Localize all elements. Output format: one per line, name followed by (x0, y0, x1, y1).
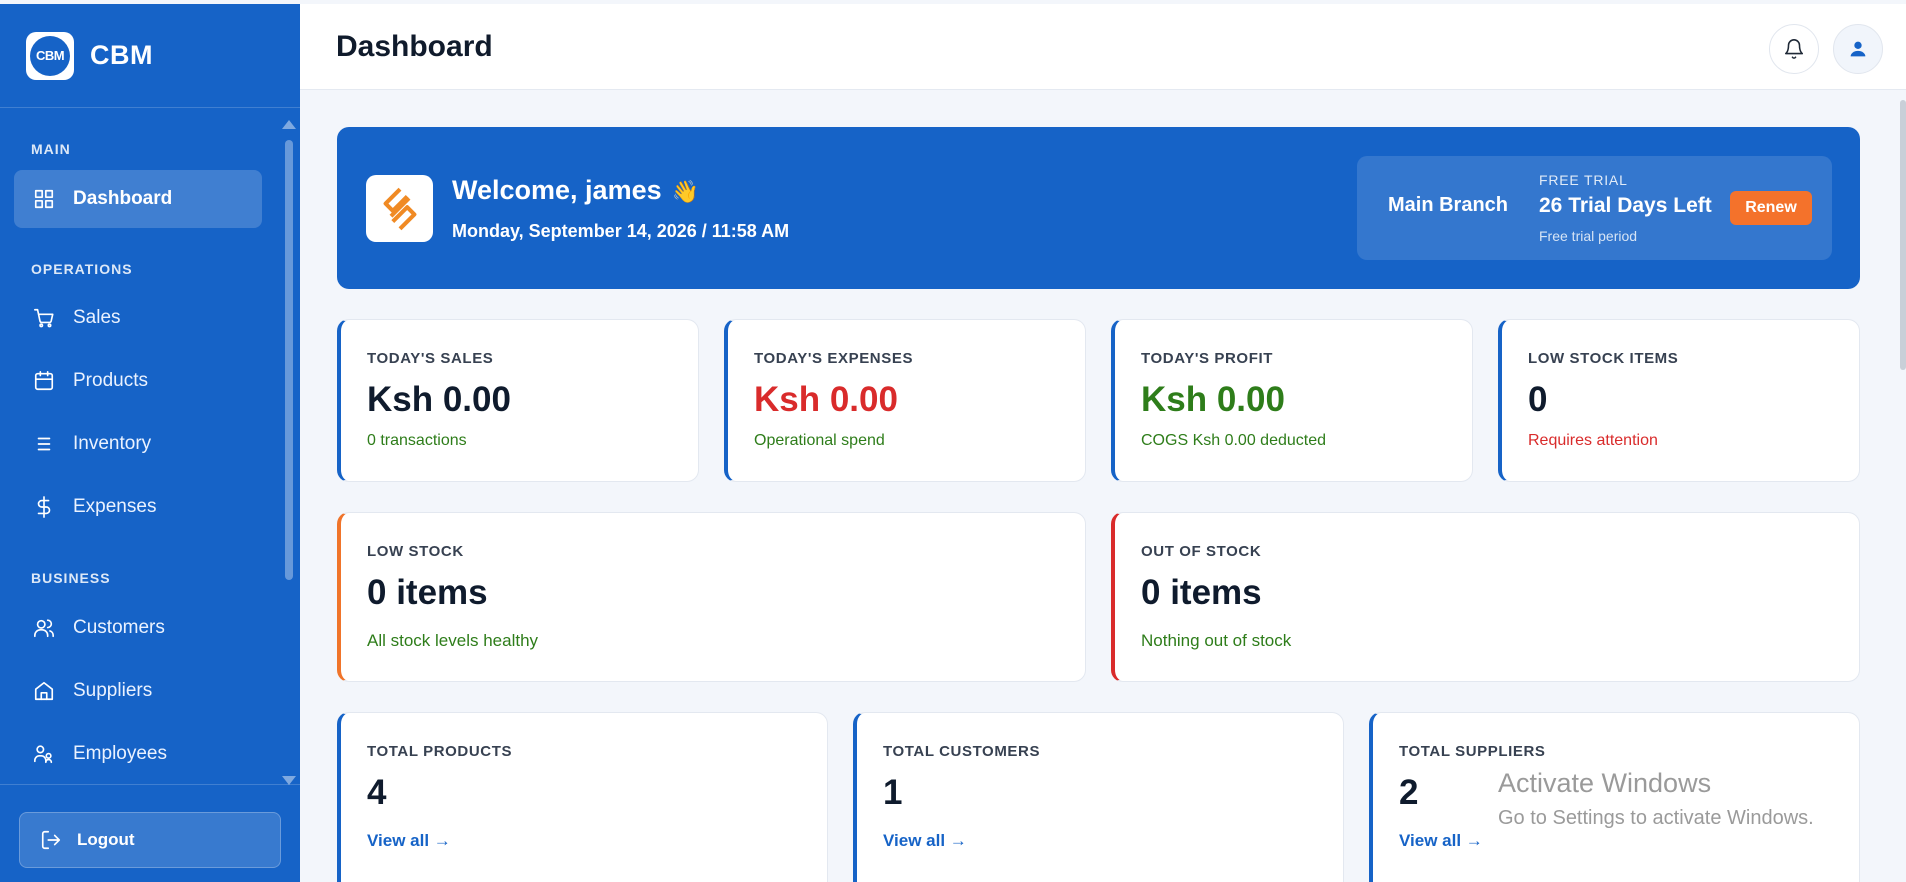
calendar-icon (31, 368, 57, 394)
stat-label: TODAY'S SALES (367, 350, 494, 367)
sidebar-item-label: Dashboard (73, 188, 173, 209)
sidebar-item-label: Customers (73, 617, 165, 638)
sidebar-nav: MAIN Dashboard OPERATIONS Sales Products (0, 109, 300, 779)
section-title-business: BUSINESS (31, 570, 111, 586)
stock-value: 0 items (1141, 573, 1262, 612)
stat-card-todays-sales[interactable]: TODAY'S SALES Ksh 0.00 0 transactions (337, 319, 699, 482)
employees-icon (31, 741, 57, 767)
stat-card-todays-expenses[interactable]: TODAY'S EXPENSES Ksh 0.00 Operational sp… (724, 319, 1086, 482)
business-logo-icon (383, 187, 416, 230)
logout-icon (41, 830, 61, 850)
sidebar-item-suppliers[interactable]: Suppliers (14, 662, 262, 720)
sidebar-scroll-thumb[interactable] (285, 140, 293, 580)
sidebar-item-expenses[interactable]: Expenses (14, 478, 262, 536)
total-label: TOTAL CUSTOMERS (883, 743, 1041, 760)
section-title-main: MAIN (31, 141, 71, 157)
sidebar-item-label: Sales (73, 307, 121, 328)
total-label: TOTAL SUPPLIERS (1399, 743, 1546, 760)
stock-label: LOW STOCK (367, 543, 464, 560)
top-header: Dashboard (300, 4, 1906, 90)
wave-icon: 👋 (671, 179, 700, 204)
sidebar-footer: Logout (0, 784, 300, 882)
stat-card-low-stock-items[interactable]: LOW STOCK ITEMS 0 Requires attention (1498, 319, 1860, 482)
users-icon (31, 615, 57, 641)
stat-subtext: Requires attention (1528, 432, 1658, 449)
logout-button[interactable]: Logout (19, 812, 281, 868)
house-icon (31, 678, 57, 704)
stat-label: TODAY'S PROFIT (1141, 350, 1273, 367)
stock-label: OUT OF STOCK (1141, 543, 1262, 560)
stat-subtext: 0 transactions (367, 432, 467, 449)
stat-label: LOW STOCK ITEMS (1528, 350, 1679, 367)
sidebar-item-label: Expenses (73, 496, 157, 517)
trial-days-left: 26 Trial Days Left (1539, 194, 1712, 217)
stat-subtext: Operational spend (754, 432, 885, 449)
sidebar-item-dashboard[interactable]: Dashboard (14, 170, 262, 228)
sidebar: CBM CBM MAIN Dashboard OPERATIONS Sales … (0, 4, 300, 882)
branch-name[interactable]: Main Branch (1388, 194, 1508, 217)
total-card-customers[interactable]: TOTAL CUSTOMERS 1 View all → (853, 712, 1344, 882)
view-all-suppliers-link[interactable]: View all → (1399, 831, 1483, 851)
logout-label: Logout (77, 830, 135, 849)
brand[interactable]: CBM CBM (0, 4, 300, 108)
stat-label: TODAY'S EXPENSES (754, 350, 914, 367)
total-card-suppliers[interactable]: TOTAL SUPPLIERS 2 View all → (1369, 712, 1860, 882)
user-menu-button[interactable] (1833, 24, 1883, 74)
sidebar-item-products[interactable]: Products (14, 352, 262, 410)
notifications-button[interactable] (1769, 24, 1819, 74)
page-scrollbar[interactable] (1900, 100, 1906, 370)
user-icon (1850, 41, 1866, 57)
stock-subtext: All stock levels healthy (367, 631, 539, 650)
sidebar-item-label: Products (73, 370, 148, 391)
section-title-operations: OPERATIONS (31, 261, 133, 277)
stat-value: Ksh 0.00 (1141, 380, 1285, 419)
welcome-datetime: Monday, September 14, 2026 / 11:58 AM (452, 221, 790, 241)
welcome-greeting-row: Welcome, james 👋 (452, 175, 699, 206)
brand-logo-text: CBM (30, 35, 70, 76)
renew-button[interactable]: Renew (1730, 191, 1812, 225)
sidebar-item-sales[interactable]: Sales (14, 289, 262, 347)
stock-card-out-of-stock[interactable]: OUT OF STOCK 0 items Nothing out of stoc… (1111, 512, 1860, 682)
dollar-icon (31, 494, 57, 520)
stat-value: 0 (1528, 380, 1548, 419)
stat-card-todays-profit[interactable]: TODAY'S PROFIT Ksh 0.00 COGS Ksh 0.00 de… (1111, 319, 1473, 482)
total-label: TOTAL PRODUCTS (367, 743, 513, 760)
view-all-products-link[interactable]: View all → (367, 831, 451, 851)
stock-subtext: Nothing out of stock (1141, 631, 1292, 650)
sidebar-item-customers[interactable]: Customers (14, 599, 262, 657)
brand-name: CBM (90, 40, 153, 70)
total-card-products[interactable]: TOTAL PRODUCTS 4 View all → (337, 712, 828, 882)
scroll-up-icon[interactable] (282, 120, 296, 129)
trial-panel: Main Branch FREE TRIAL 26 Trial Days Lef… (1357, 156, 1832, 260)
bell-icon (1784, 39, 1804, 59)
page-title: Dashboard (336, 30, 493, 63)
stat-value: Ksh 0.00 (367, 380, 511, 419)
total-value: 1 (883, 773, 903, 812)
business-logo (366, 175, 433, 242)
welcome-greeting: Welcome, james (452, 175, 662, 205)
welcome-banner: Welcome, james 👋 Monday, September 14, 20… (337, 127, 1860, 289)
stock-value: 0 items (367, 573, 488, 612)
stock-card-low-stock[interactable]: LOW STOCK 0 items All stock levels healt… (337, 512, 1086, 682)
total-value: 2 (1399, 773, 1419, 812)
grid-icon (31, 186, 57, 212)
total-value: 4 (367, 773, 387, 812)
trial-tag: FREE TRIAL (1539, 172, 1628, 188)
brand-logo: CBM (26, 31, 74, 80)
view-all-customers-link[interactable]: View all → (883, 831, 967, 851)
sidebar-item-label: Inventory (73, 433, 152, 454)
sidebar-item-label: Employees (73, 743, 167, 764)
sidebar-item-label: Suppliers (73, 680, 153, 701)
list-icon (31, 431, 57, 457)
trial-subtitle: Free trial period (1539, 228, 1638, 244)
sidebar-item-employees[interactable]: Employees (14, 725, 262, 779)
stat-value: Ksh 0.00 (754, 380, 898, 419)
sidebar-scrollbar[interactable] (281, 116, 296, 786)
sidebar-item-inventory[interactable]: Inventory (14, 415, 262, 473)
stat-subtext: COGS Ksh 0.00 deducted (1141, 432, 1326, 449)
cart-icon (31, 305, 57, 331)
